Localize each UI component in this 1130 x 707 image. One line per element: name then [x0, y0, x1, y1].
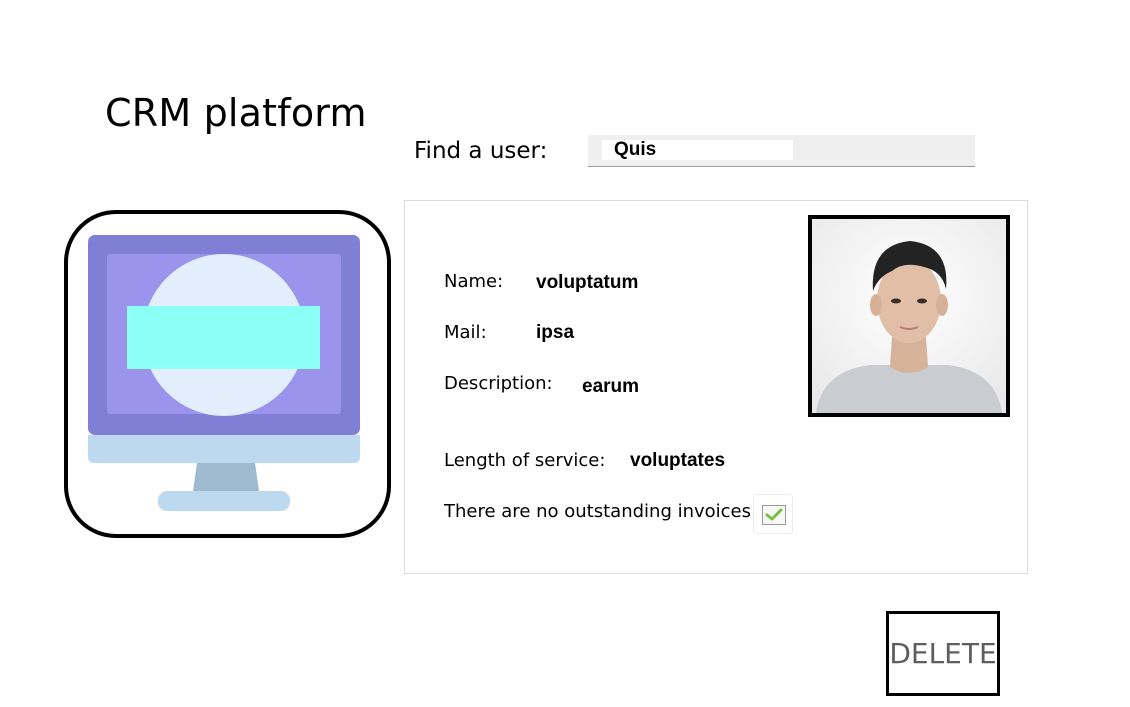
length-of-service-value: voluptates [630, 450, 726, 471]
checkbox-box [762, 505, 786, 525]
device-card [64, 210, 391, 538]
desktop-monitor-icon [88, 235, 360, 511]
mail-value: ipsa [536, 322, 575, 343]
name-value: voluptatum [536, 272, 639, 293]
user-search-input[interactable] [602, 140, 793, 160]
description-value: earum [582, 376, 640, 397]
checkmark-icon [765, 508, 783, 521]
app-title: CRM platform [105, 91, 367, 136]
name-label: Name: [444, 271, 504, 292]
delete-button[interactable]: DELETE [886, 611, 1000, 696]
invoices-label: There are no outstanding invoices [444, 501, 752, 522]
user-photo-icon [812, 219, 1006, 413]
user-search-box[interactable] [588, 135, 975, 167]
user-photo [808, 215, 1010, 417]
mail-label: Mail: [444, 322, 487, 343]
invoices-checkbox[interactable] [753, 494, 793, 534]
length-of-service-label: Length of service: [444, 450, 606, 471]
description-label: Description: [444, 373, 553, 394]
find-user-label: Find a user: [414, 138, 548, 164]
user-profile-panel: Name: voluptatum Mail: ipsa Description:… [404, 200, 1028, 574]
